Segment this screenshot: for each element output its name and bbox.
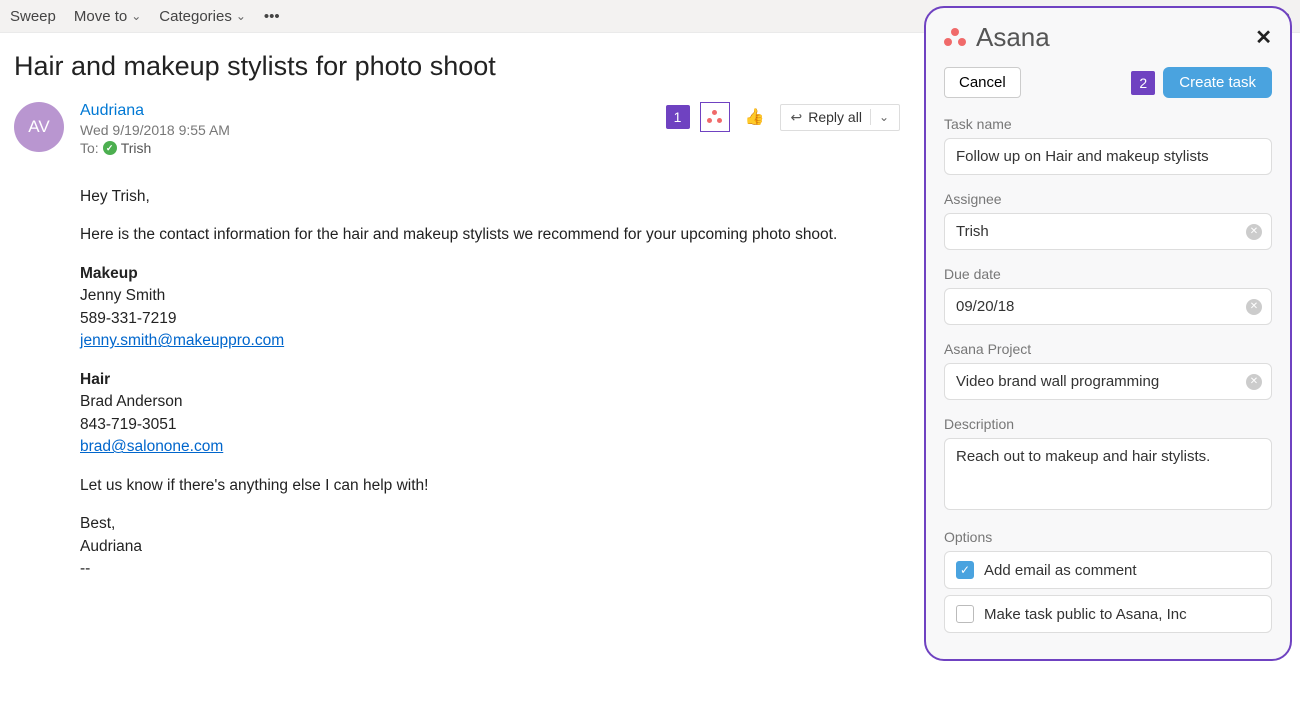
option-1-label: Add email as comment xyxy=(984,562,1137,579)
checkbox-unchecked-icon[interactable] xyxy=(956,605,974,623)
reply-all-label: Reply all xyxy=(808,109,862,125)
body-sig: Audriana xyxy=(80,538,142,555)
asana-header: Asana ✕ xyxy=(944,22,1272,53)
body-closing2: Best, xyxy=(80,515,115,532)
header-actions: 1 👍 ↩ Reply all ⌄ xyxy=(666,102,901,132)
description-input[interactable] xyxy=(944,438,1272,510)
option-add-email-comment[interactable]: ✓ Add email as comment xyxy=(944,551,1272,589)
body-intro: Here is the contact information for the … xyxy=(80,224,920,246)
project-input[interactable] xyxy=(944,363,1272,400)
sweep-label: Sweep xyxy=(10,8,56,25)
to-line: To: ✓ Trish xyxy=(80,140,920,156)
like-button[interactable]: 👍 xyxy=(740,102,770,132)
due-date-field: Due date ✕ xyxy=(944,266,1272,325)
move-to-label: Move to xyxy=(74,8,127,25)
due-date-label: Due date xyxy=(944,266,1272,282)
clear-due-date-icon[interactable]: ✕ xyxy=(1246,299,1262,315)
asana-brand: Asana xyxy=(944,22,1050,53)
makeup-phone: 589-331-7219 xyxy=(80,310,177,327)
body-greeting: Hey Trish, xyxy=(80,186,920,208)
option-2-label: Make task public to Asana, Inc xyxy=(984,606,1187,623)
project-field: Asana Project ✕ xyxy=(944,341,1272,400)
option-make-public[interactable]: Make task public to Asana, Inc xyxy=(944,595,1272,633)
close-icon[interactable]: ✕ xyxy=(1255,25,1272,50)
assignee-field: Assignee ✕ xyxy=(944,191,1272,250)
task-name-label: Task name xyxy=(944,116,1272,132)
email-header: AV Audriana Wed 9/19/2018 9:55 AM To: ✓ … xyxy=(14,102,920,156)
callout-1: 1 xyxy=(666,105,690,129)
presence-icon: ✓ xyxy=(103,141,117,155)
avatar: AV xyxy=(14,102,64,152)
email-body: Hey Trish, Here is the contact informati… xyxy=(80,186,920,581)
chevron-down-icon: ⌄ xyxy=(131,9,141,23)
asana-addin-button[interactable] xyxy=(700,102,730,132)
hair-title: Hair xyxy=(80,371,110,388)
body-closing1: Let us know if there's anything else I c… xyxy=(80,475,920,497)
body-dashes: -- xyxy=(80,560,90,577)
assignee-input[interactable] xyxy=(944,213,1272,250)
hair-name: Brad Anderson xyxy=(80,393,183,410)
email-pane: Hair and makeup stylists for photo shoot… xyxy=(0,33,920,581)
categories-label: Categories xyxy=(159,8,232,25)
description-label: Description xyxy=(944,416,1272,432)
callout-2: 2 xyxy=(1131,71,1155,95)
checkbox-checked-icon[interactable]: ✓ xyxy=(956,561,974,579)
panel-actions: Cancel 2 Create task xyxy=(944,67,1272,98)
clear-project-icon[interactable]: ✕ xyxy=(1246,374,1262,390)
email-subject: Hair and makeup stylists for photo shoot xyxy=(14,51,920,82)
more-icon: ••• xyxy=(264,8,280,25)
like-icon: 👍 xyxy=(745,107,765,127)
makeup-email-link[interactable]: jenny.smith@makeuppro.com xyxy=(80,332,284,349)
reply-icon: ↩ xyxy=(791,109,803,126)
makeup-title: Makeup xyxy=(80,265,138,282)
project-label: Asana Project xyxy=(944,341,1272,357)
to-label: To: xyxy=(80,140,99,156)
reply-all-button[interactable]: ↩ Reply all ⌄ xyxy=(780,104,901,131)
asana-icon xyxy=(707,110,723,124)
makeup-name: Jenny Smith xyxy=(80,287,165,304)
description-field: Description xyxy=(944,416,1272,513)
asana-logo-icon xyxy=(944,28,966,48)
task-name-field: Task name xyxy=(944,116,1272,175)
due-date-input[interactable] xyxy=(944,288,1272,325)
hair-phone: 843-719-3051 xyxy=(80,416,177,433)
asana-panel: Asana ✕ Cancel 2 Create task Task name A… xyxy=(924,6,1292,661)
create-task-button[interactable]: Create task xyxy=(1163,67,1272,98)
to-name: Trish xyxy=(121,140,152,156)
move-to-button[interactable]: Move to ⌄ xyxy=(74,8,141,25)
chevron-down-icon[interactable]: ⌄ xyxy=(879,110,889,124)
chevron-down-icon: ⌄ xyxy=(236,9,246,23)
hair-email-link[interactable]: brad@salonone.com xyxy=(80,438,223,455)
sweep-button[interactable]: Sweep xyxy=(10,8,56,25)
asana-title: Asana xyxy=(976,22,1050,53)
assignee-label: Assignee xyxy=(944,191,1272,207)
clear-assignee-icon[interactable]: ✕ xyxy=(1246,224,1262,240)
categories-button[interactable]: Categories ⌄ xyxy=(159,8,246,25)
task-name-input[interactable] xyxy=(944,138,1272,175)
options-label: Options xyxy=(944,529,1272,545)
options-section: Options ✓ Add email as comment Make task… xyxy=(944,529,1272,633)
cancel-button[interactable]: Cancel xyxy=(944,67,1021,98)
more-actions-button[interactable]: ••• xyxy=(264,8,280,25)
